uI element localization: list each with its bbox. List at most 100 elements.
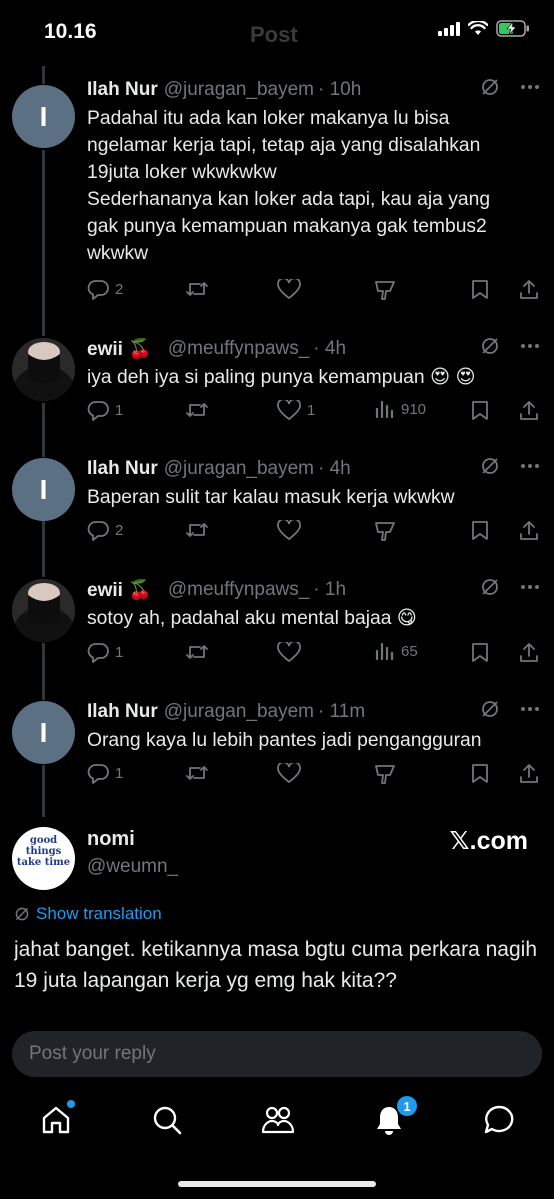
repost-icon [186,645,208,659]
like-button[interactable] [277,763,301,783]
share-button[interactable] [519,763,539,784]
bookmark-button[interactable] [471,400,489,421]
repost-button[interactable] [185,520,209,540]
author-handle[interactable]: @meuffynpaws_ [168,579,309,601]
author-name[interactable]: Ilah Nur [87,701,158,723]
translate-icon[interactable] [480,336,500,356]
bookmark-button[interactable] [471,763,489,784]
views-button[interactable]: 65 [375,642,418,660]
more-icon[interactable] [520,584,540,590]
reply-input[interactable]: Post your reply [12,1031,542,1077]
avatar-photo [12,338,75,401]
heart-icon [277,642,301,662]
nav-messages[interactable] [483,1104,515,1136]
reply-button[interactable]: 1 [87,642,123,663]
share-icon [520,643,538,662]
share-icon [520,280,538,299]
reply-icon [87,401,109,421]
text-line: sotoy ah, padahal aku mental bajaa 😋 [87,608,417,629]
downvote-button[interactable] [373,279,403,301]
translate-icon[interactable] [480,699,500,719]
nav-notifications[interactable]: 1 [373,1096,417,1136]
avatar-letter: I [39,473,48,505]
signal-icon [438,21,460,36]
translate-icon[interactable] [480,577,500,597]
reply-button[interactable]: 2 [87,520,123,541]
share-icon [520,521,538,540]
author-handle[interactable]: @juragan_bayem [164,79,314,101]
author-name[interactable]: Ilah Nur [87,79,158,101]
thread-line [42,66,45,84]
show-translation-link[interactable]: Show translation [14,904,162,924]
translate-icon[interactable] [480,77,500,97]
downvote-icon [375,522,395,541]
home-icon [42,1106,70,1134]
share-button[interactable] [519,642,539,663]
wifi-icon [468,21,488,35]
avatar-letter: I [39,100,48,132]
author-handle[interactable]: @juragan_bayem [164,701,314,723]
more-icon[interactable] [520,463,540,469]
bookmark-button[interactable] [471,520,489,541]
share-button[interactable] [519,279,539,300]
avatar[interactable] [12,579,75,642]
heart-icon [277,400,301,420]
tweet-text: sotoy ah, padahal aku mental bajaa 😋 [87,605,538,632]
share-button[interactable] [519,400,539,421]
search-icon [153,1106,182,1135]
repost-icon [186,403,208,417]
reply-button[interactable]: 2 [87,279,123,300]
share-button[interactable] [519,520,539,541]
avatar-letter: I [39,716,48,748]
repost-button[interactable] [185,400,209,420]
nav-home[interactable] [40,1100,75,1136]
author-handle[interactable]: @juragan_bayem [164,458,314,480]
repost-button[interactable] [185,763,209,783]
post-time: · 10h [318,79,362,100]
more-icon[interactable] [520,343,540,349]
avatar[interactable]: I [12,701,75,764]
x-brand-logo: 𝕏.com [449,827,529,855]
author-name[interactable]: nomi [87,828,135,851]
more-icon[interactable] [520,84,540,90]
thread-line [42,150,45,336]
repost-button[interactable] [185,642,209,662]
like-button[interactable] [277,279,307,299]
avatar[interactable]: I [12,85,75,148]
reply-button[interactable]: 1 [87,763,123,784]
nav-communities[interactable] [261,1104,295,1136]
avatar[interactable]: I [12,458,75,521]
avatar[interactable] [12,338,75,401]
like-count: 1 [307,401,316,419]
reply-icon [87,643,109,663]
text-line: iya deh iya si paling punya kemampuan 😍 … [87,367,476,388]
repost-icon [186,523,208,537]
repost-button[interactable] [185,279,209,299]
downvote-button[interactable] [373,520,397,542]
nav-search[interactable] [151,1104,183,1136]
like-button[interactable]: 1 [277,400,315,420]
author-handle[interactable]: @meuffynpaws_ [168,338,309,360]
author-handle[interactable]: @weumn_ [87,856,178,878]
home-unread-dot [67,1100,75,1108]
like-button[interactable] [277,520,301,540]
avatar[interactable]: good things take time [12,827,75,890]
reply-button[interactable]: 1 [87,400,123,421]
views-button[interactable]: 910 [375,400,426,418]
bookmark-button[interactable] [471,279,489,300]
reply-icon [87,764,109,784]
author-name[interactable]: Ilah Nur [87,458,158,480]
analytics-icon [375,642,394,660]
more-icon[interactable] [520,706,540,712]
thread-line [42,403,45,457]
author-name[interactable]: ewii 🍒 [87,337,152,361]
like-button[interactable] [277,642,301,662]
downvote-icon [375,765,395,784]
author-name[interactable]: ewii 🍒 [87,578,152,602]
downvote-button[interactable] [373,763,397,785]
tweet-text: Padahal itu ada kan loker makanya lu bis… [87,105,538,267]
thread-line [42,765,45,817]
translate-icon[interactable] [480,456,500,476]
thread-line [42,521,45,577]
bookmark-button[interactable] [471,642,489,663]
